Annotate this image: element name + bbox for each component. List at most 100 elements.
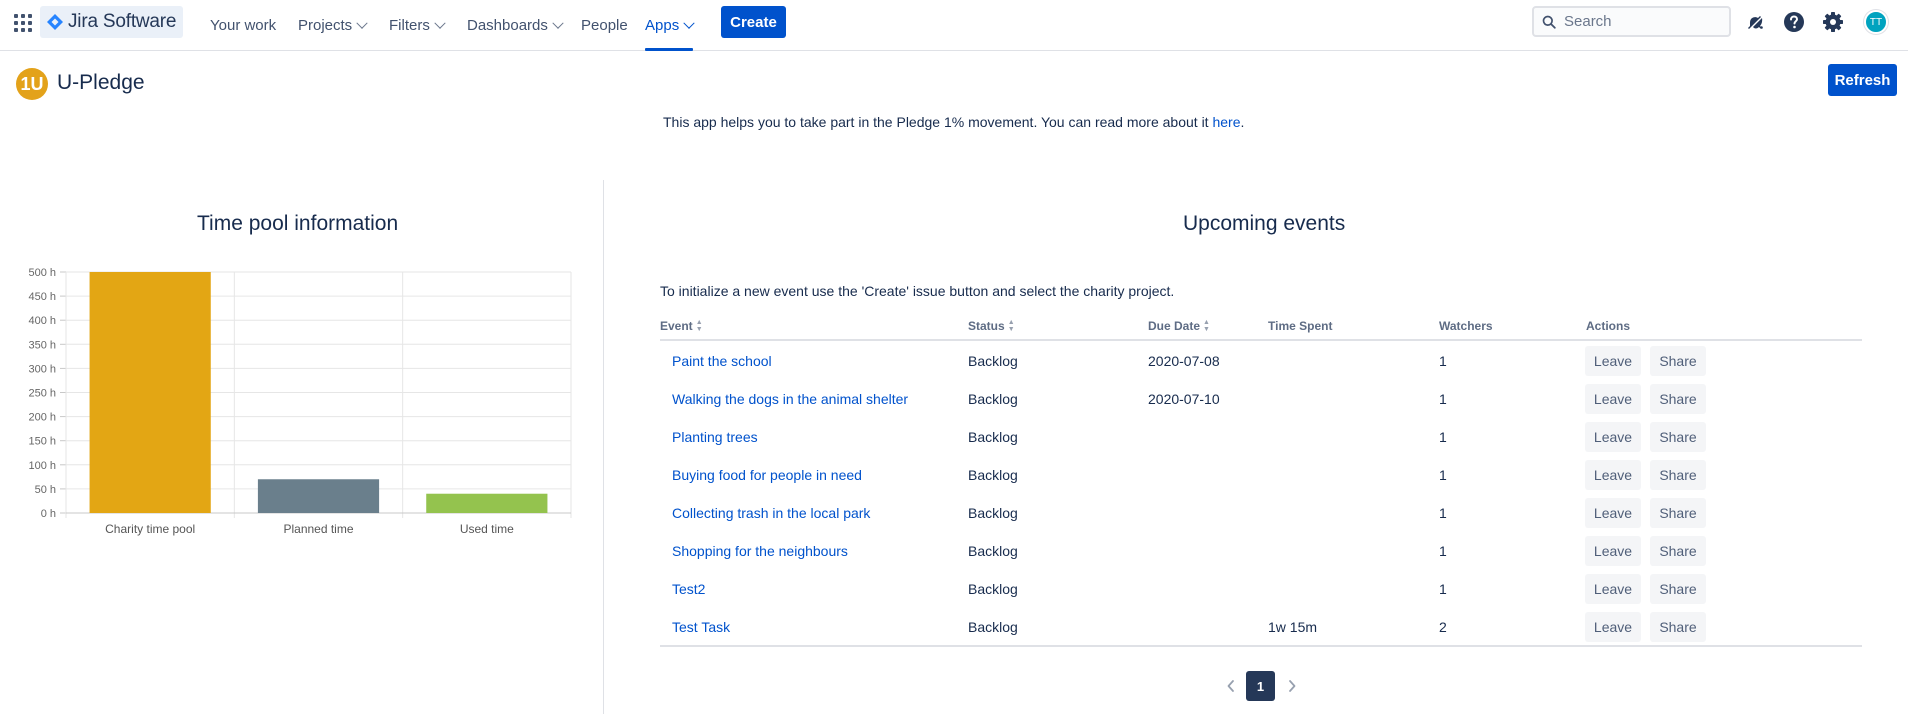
time-pool-bar-chart: 0 h 50 h 100 h 150 h 200 h 250 h 300 h 350 h 400…	[28, 267, 572, 536]
table-row: Paint the school Backlog 2020-07-08 1 Leave S…	[660, 342, 1862, 380]
user-avatar[interactable]: TT	[1864, 10, 1888, 34]
x-category-label: Charity time pool	[105, 522, 195, 536]
event-link[interactable]: Test Task	[672, 608, 730, 646]
column-header-time-spent-label: Time Spent	[1268, 319, 1333, 333]
nav-people-label: People	[581, 17, 628, 34]
notifications-icon[interactable]	[1743, 10, 1767, 34]
leave-button[interactable]: Leave	[1585, 536, 1641, 566]
create-button[interactable]: Create	[721, 6, 786, 38]
event-due-date: 2020-07-10	[1148, 391, 1220, 407]
jira-logo[interactable]: Jira Software	[40, 6, 183, 38]
nav-your-work-label: Your work	[210, 17, 277, 34]
y-tick-label: 100 h	[28, 460, 56, 472]
column-header-status[interactable]: Status ▲ ▼	[968, 319, 1015, 333]
leave-button[interactable]: Leave	[1585, 422, 1641, 452]
search-box[interactable]	[1532, 6, 1731, 37]
search-input[interactable]	[1564, 13, 1714, 30]
nav-filters[interactable]: Filters	[389, 0, 446, 51]
leave-button[interactable]: Leave	[1585, 460, 1641, 490]
event-link[interactable]: Shopping for the neighbours	[672, 532, 848, 570]
previous-page-icon[interactable]	[1223, 678, 1239, 694]
product-name: Jira Software	[68, 11, 177, 32]
share-button[interactable]: Share	[1650, 536, 1706, 566]
chevron-down-icon	[356, 17, 368, 29]
nav-people[interactable]: People	[581, 0, 628, 51]
event-watchers: 1	[1439, 505, 1447, 521]
read-more-link[interactable]: here	[1212, 114, 1240, 130]
nav-dashboards[interactable]: Dashboards	[467, 0, 564, 51]
column-header-event-label: Event	[660, 319, 693, 333]
chart-bar	[257, 479, 380, 513]
event-status: Backlog	[968, 581, 1018, 597]
section-divider	[603, 180, 604, 714]
y-tick-label: 400 h	[28, 315, 56, 327]
nav-dashboards-label: Dashboards	[467, 17, 548, 34]
share-button[interactable]: Share	[1650, 346, 1706, 376]
table-row: Walking the dogs in the animal shelter Ba…	[660, 380, 1862, 418]
u-pledge-logo: 1U	[16, 68, 48, 100]
column-header-status-label: Status	[968, 319, 1005, 333]
event-watchers: 1	[1439, 467, 1447, 483]
event-status: Backlog	[968, 467, 1018, 483]
column-header-actions-label: Actions	[1586, 319, 1631, 333]
nav-apps-label: Apps	[645, 17, 680, 34]
nav-your-work[interactable]: Your work	[210, 0, 276, 51]
y-tick-label: 0 h	[41, 508, 56, 520]
y-tick-label: 450 h	[28, 291, 56, 303]
share-button[interactable]: Share	[1650, 422, 1706, 452]
event-watchers: 1	[1439, 429, 1447, 445]
event-link[interactable]: Buying food for people in need	[672, 456, 862, 494]
top-navigation: Jira Software Your work Projects Filters…	[0, 0, 1908, 51]
search-icon	[1542, 15, 1556, 29]
event-status: Backlog	[968, 429, 1018, 445]
table-header-line	[660, 339, 1862, 341]
x-category-label: Planned time	[283, 522, 353, 536]
sort-icon: ▲ ▼	[1007, 319, 1015, 333]
event-status: Backlog	[968, 543, 1018, 559]
y-tick-label: 350 h	[28, 339, 56, 351]
leave-button[interactable]: Leave	[1585, 384, 1641, 414]
upcoming-events-title: Upcoming events	[1183, 212, 1346, 235]
page-title: U-Pledge	[57, 71, 145, 94]
app-switcher-icon[interactable]	[12, 12, 32, 32]
nav-apps[interactable]: Apps	[645, 0, 695, 51]
share-button[interactable]: Share	[1650, 460, 1706, 490]
column-header-watchers-label: Watchers	[1439, 319, 1493, 333]
share-button[interactable]: Share	[1650, 498, 1706, 528]
event-link[interactable]: Collecting trash in the local park	[672, 494, 870, 532]
event-link[interactable]: Test2	[672, 570, 705, 608]
table-row: Collecting trash in the local park Backlo…	[660, 494, 1862, 532]
y-tick-label: 250 h	[28, 388, 56, 400]
refresh-button[interactable]: Refresh	[1828, 64, 1897, 96]
settings-gear-icon[interactable]	[1821, 10, 1845, 34]
jira-diamond-icon	[47, 14, 63, 30]
leave-button[interactable]: Leave	[1585, 574, 1641, 604]
next-page-icon[interactable]	[1284, 678, 1300, 694]
column-header-due-date[interactable]: Due Date ▲ ▼	[1148, 319, 1210, 333]
share-button[interactable]: Share	[1650, 384, 1706, 414]
column-header-event[interactable]: Event ▲ ▼	[660, 319, 703, 333]
table-row: Planting trees Backlog 1 Leave Share	[660, 418, 1862, 456]
leave-button[interactable]: Leave	[1585, 346, 1641, 376]
share-button[interactable]: Share	[1650, 574, 1706, 604]
page-button-current[interactable]: 1	[1246, 671, 1275, 701]
help-icon[interactable]	[1782, 10, 1806, 34]
y-tick-label: 50 h	[35, 484, 56, 496]
event-link[interactable]: Paint the school	[672, 342, 772, 380]
nav-projects[interactable]: Projects	[298, 0, 368, 51]
share-button[interactable]: Share	[1650, 612, 1706, 642]
time-pool-title: Time pool information	[197, 212, 399, 235]
event-watchers: 1	[1439, 581, 1447, 597]
table-bottom-line	[660, 645, 1862, 647]
event-link[interactable]: Walking the dogs in the animal shelter	[672, 380, 908, 418]
column-header-actions: Actions	[1586, 319, 1630, 333]
column-header-due-date-label: Due Date	[1148, 319, 1201, 333]
chart-bar	[426, 493, 548, 513]
leave-button[interactable]: Leave	[1585, 612, 1641, 642]
table-row: Test2 Backlog 1 Leave Share	[660, 570, 1862, 608]
event-watchers: 1	[1439, 391, 1447, 407]
event-watchers: 1	[1439, 543, 1447, 559]
leave-button[interactable]: Leave	[1585, 498, 1641, 528]
event-watchers: 1	[1439, 353, 1447, 369]
event-link[interactable]: Planting trees	[672, 418, 758, 456]
